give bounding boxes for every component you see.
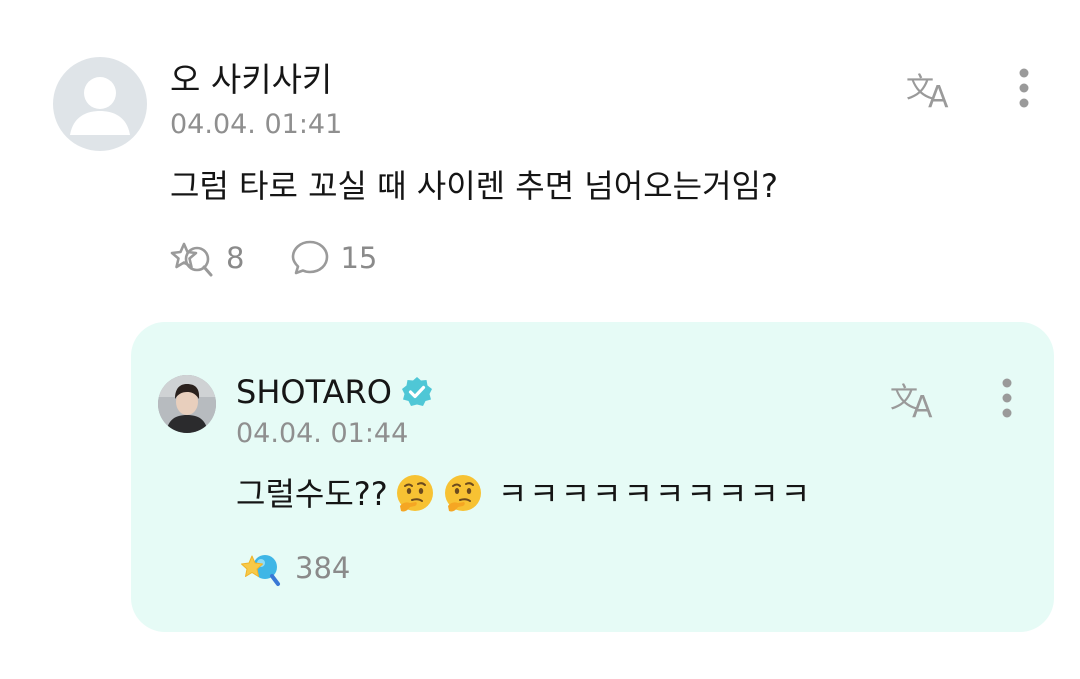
comment-timestamp: 04.04. 01:41 <box>170 109 343 140</box>
user-silhouette-icon <box>70 77 130 135</box>
reply-author-name: SHOTARO <box>236 373 392 411</box>
cheer-count: 8 <box>226 241 245 275</box>
svg-text:A: A <box>928 80 949 111</box>
more-vertical-icon <box>1002 378 1012 418</box>
reply-button[interactable]: 15 <box>290 238 377 278</box>
more-options-button[interactable] <box>1004 62 1044 114</box>
reply-body: 그럴수도?? ㅋㅋㅋㅋㅋㅋㅋㅋㅋㅋ <box>236 472 812 516</box>
artist-avatar[interactable] <box>158 375 216 433</box>
more-vertical-icon <box>1019 68 1029 108</box>
svg-text:A: A <box>912 390 933 421</box>
cheer-active-icon <box>241 555 280 586</box>
comment-thread: 오 사키사키 04.04. 01:41 文 A 그럼 타로 꼬실 때 사이렌 추… <box>0 0 1080 679</box>
reply-body-laugh: ㅋㅋㅋㅋㅋㅋㅋㅋㅋㅋ <box>497 475 813 513</box>
reply-author[interactable]: SHOTARO <box>236 372 434 412</box>
reply-timestamp: 04.04. 01:44 <box>236 418 409 449</box>
more-options-button[interactable] <box>989 372 1025 424</box>
comment-actions: 8 15 <box>170 236 423 280</box>
translate-button[interactable]: 文 A <box>881 372 947 424</box>
default-user-avatar[interactable] <box>53 57 147 151</box>
comment-body: 그럼 타로 꼬실 때 사이렌 추면 넘어오는거임? <box>170 167 778 205</box>
cheer-count: 384 <box>295 551 351 585</box>
cheer-button[interactable]: 384 <box>239 548 350 588</box>
comment-item: 오 사키사키 04.04. 01:41 文 A 그럼 타로 꼬실 때 사이렌 추… <box>0 0 1080 310</box>
thinking-face-emoji <box>442 473 484 515</box>
reply-actions: 384 <box>239 546 350 590</box>
reply-count: 15 <box>340 241 378 275</box>
artist-photo <box>158 375 216 433</box>
reply-item: SHOTARO 04.04. 01:44 文 A 그럴수도?? ㅋㅋㅋㅋㅋㅋㅋㅋ… <box>131 322 1054 632</box>
comment-author-name[interactable]: 오 사키사키 <box>170 60 332 100</box>
thinking-face-emoji <box>394 473 436 515</box>
cheer-button[interactable]: 8 <box>170 238 244 278</box>
translate-icon: 文 A <box>890 381 933 421</box>
comment-bubble-icon <box>292 240 329 275</box>
reply-body-text: 그럴수도?? <box>236 475 388 513</box>
translate-icon: 文 A <box>906 71 949 111</box>
verified-badge-icon <box>400 375 434 409</box>
translate-button[interactable]: 文 A <box>898 62 962 114</box>
cheer-icon <box>170 242 213 277</box>
